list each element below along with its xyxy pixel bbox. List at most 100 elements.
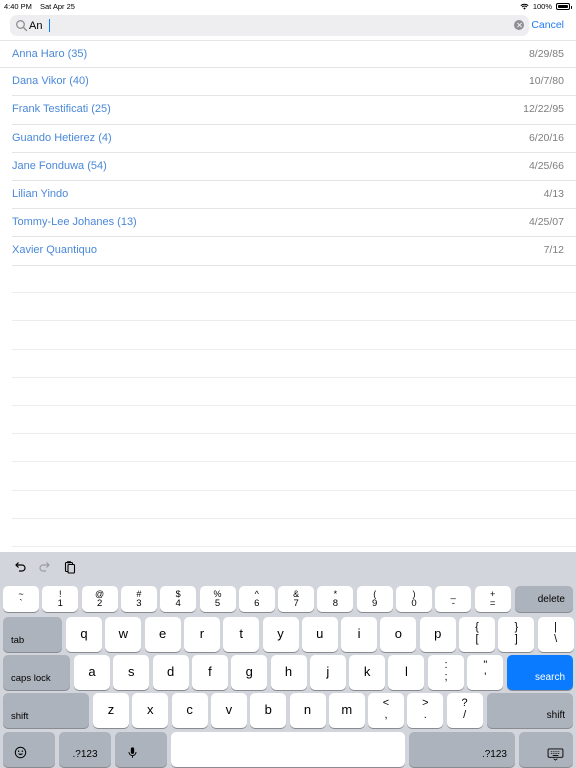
key-e[interactable]: e bbox=[144, 617, 181, 652]
list-item[interactable]: Anna Haro (35) 8/29/85 bbox=[0, 40, 576, 69]
paste-icon[interactable] bbox=[63, 560, 77, 574]
key-6[interactable]: ^ 6 bbox=[238, 586, 275, 612]
cancel-button[interactable]: Cancel bbox=[531, 19, 564, 31]
key-shift-char: } bbox=[514, 621, 519, 633]
battery-percent: 100% bbox=[532, 2, 552, 11]
key-][interactable]: }] bbox=[498, 617, 535, 652]
key-semicolon[interactable]: :; bbox=[428, 655, 464, 690]
caps-lock-key[interactable]: caps lock bbox=[3, 655, 70, 690]
status-bar: 4:40 PM Sat Apr 25 100% bbox=[0, 0, 576, 12]
search-field[interactable] bbox=[10, 15, 529, 36]
key-period[interactable]: >. bbox=[407, 693, 444, 728]
key-d[interactable]: d bbox=[152, 655, 189, 690]
key-9[interactable]: (9 bbox=[356, 586, 393, 612]
key-slash[interactable]: ? / bbox=[446, 693, 483, 728]
key-5[interactable]: % 5 bbox=[199, 586, 236, 612]
key-char: p bbox=[434, 626, 442, 641]
key-8[interactable]: * 8 bbox=[317, 586, 354, 612]
tab-key[interactable]: tab bbox=[3, 617, 62, 652]
numbers-key-right[interactable]: .?123 bbox=[409, 732, 515, 767]
list-item[interactable]: Dana Vikor (40) 10/7/80 bbox=[12, 68, 576, 97]
key-3[interactable]: #3 bbox=[120, 586, 157, 612]
key-j[interactable]: j bbox=[309, 655, 346, 690]
key-label: shift bbox=[11, 711, 29, 722]
key-char: . bbox=[423, 709, 427, 721]
key-a[interactable]: a bbox=[74, 655, 110, 690]
key-k[interactable]: k bbox=[349, 655, 386, 690]
key-x[interactable]: x bbox=[132, 693, 169, 728]
key-quote[interactable]: " ' bbox=[467, 655, 504, 690]
key-u[interactable]: u bbox=[301, 617, 338, 652]
key-f[interactable]: f bbox=[191, 655, 228, 690]
key-l[interactable]: l bbox=[388, 655, 425, 690]
redo-icon[interactable] bbox=[38, 560, 52, 574]
on-screen-keyboard: ~ `! 1 @2 #3 $4% 5 ^ 6 & 7 * 8(9) 0 _ - + = delete tab q w e r t… bbox=[0, 552, 576, 768]
key-n[interactable]: n bbox=[289, 693, 326, 728]
key-char: c bbox=[186, 702, 193, 717]
key-1[interactable]: ! 1 bbox=[42, 586, 79, 612]
microphone-icon bbox=[128, 747, 137, 758]
search-bar: Cancel bbox=[0, 12, 576, 40]
search-key[interactable]: search bbox=[507, 655, 573, 690]
list-item[interactable]: Xavier Quantiquo 7/12 bbox=[12, 237, 576, 266]
key-char: h bbox=[284, 664, 293, 679]
key-char: 4 bbox=[175, 598, 181, 609]
results-list: Anna Haro (35) 8/29/85 Dana Vikor (40) 10/7… bbox=[0, 40, 576, 266]
shift-left-key[interactable]: shift bbox=[3, 693, 89, 728]
key-char: e bbox=[158, 626, 167, 641]
key-comma[interactable]: <, bbox=[368, 693, 404, 728]
contact-name: Lilian Yindo bbox=[12, 187, 69, 200]
key-q[interactable]: q bbox=[66, 617, 102, 652]
list-item[interactable]: Lilian Yindo 4/13 bbox=[12, 181, 576, 210]
key-=[interactable]: + = bbox=[474, 586, 511, 612]
key-r[interactable]: r bbox=[183, 617, 220, 652]
key-char: ; bbox=[444, 671, 448, 683]
list-item[interactable]: Tommy-Lee Johanes (13) 4/25/07 bbox=[12, 209, 576, 238]
key-4[interactable]: $4 bbox=[160, 586, 197, 612]
key-`[interactable]: ~ ` bbox=[3, 586, 39, 612]
search-input[interactable] bbox=[29, 16, 499, 35]
key-c[interactable]: c bbox=[171, 693, 208, 728]
key-o[interactable]: o bbox=[380, 617, 417, 652]
numbers-key-left[interactable]: .?123 bbox=[59, 732, 111, 767]
dismiss-keyboard-key[interactable] bbox=[519, 732, 573, 767]
key-char: 5 bbox=[214, 598, 221, 609]
key-7[interactable]: & 7 bbox=[278, 586, 315, 612]
key-char: n bbox=[303, 702, 312, 717]
shift-right-key[interactable]: shift bbox=[487, 693, 573, 728]
key-z[interactable]: z bbox=[93, 693, 129, 728]
contact-birthday: 4/25/66 bbox=[528, 159, 564, 172]
status-left: 4:40 PM Sat Apr 25 bbox=[4, 2, 83, 11]
contact-name: Guando Hetierez (4) bbox=[12, 131, 112, 144]
key-\[interactable]: | \ bbox=[537, 617, 574, 652]
list-item[interactable]: Frank Testificati (25) 12/22/95 bbox=[12, 96, 576, 125]
key-v[interactable]: v bbox=[210, 693, 247, 728]
undo-icon[interactable] bbox=[13, 560, 27, 574]
key-s[interactable]: s bbox=[113, 655, 150, 690]
key-w[interactable]: w bbox=[105, 617, 142, 652]
key-h[interactable]: h bbox=[270, 655, 307, 690]
key-shift-char: > bbox=[422, 697, 429, 709]
key-char: 8 bbox=[332, 598, 339, 609]
key-t[interactable]: t bbox=[223, 617, 260, 652]
emoji-key[interactable] bbox=[3, 732, 55, 767]
space-key[interactable] bbox=[171, 732, 405, 767]
key-shift-char: { bbox=[475, 621, 479, 633]
key-y[interactable]: y bbox=[262, 617, 299, 652]
delete-key[interactable]: delete bbox=[515, 586, 573, 612]
list-item[interactable]: Jane Fonduwa (54) 4/25/66 bbox=[12, 153, 576, 181]
list-item[interactable]: Guando Hetierez (4) 6/20/16 bbox=[12, 125, 576, 153]
key-p[interactable]: p bbox=[419, 617, 456, 652]
key-i[interactable]: i bbox=[341, 617, 378, 652]
clear-search-icon[interactable] bbox=[514, 20, 524, 30]
key-[[interactable]: {[ bbox=[459, 617, 495, 652]
key-b[interactable]: b bbox=[250, 693, 287, 728]
key--[interactable]: _ - bbox=[435, 586, 472, 612]
key-0[interactable]: ) 0 bbox=[396, 586, 432, 612]
key-g[interactable]: g bbox=[231, 655, 268, 690]
key-m[interactable]: m bbox=[328, 693, 365, 728]
key-2[interactable]: @2 bbox=[81, 586, 118, 612]
dictation-key[interactable] bbox=[115, 732, 167, 767]
key-label: delete bbox=[537, 594, 565, 605]
key-char: ` bbox=[19, 598, 23, 609]
